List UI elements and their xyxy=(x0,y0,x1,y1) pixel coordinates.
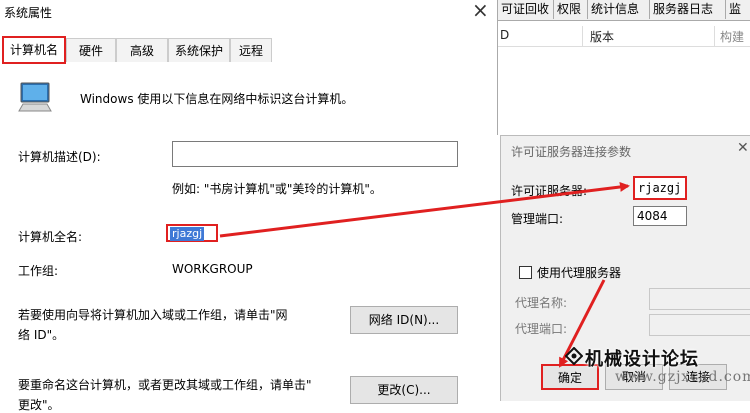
network-id-button[interactable]: 网络 ID(N)... xyxy=(350,306,458,334)
proxy-name-label: 代理名称: xyxy=(515,296,568,310)
tab-remote[interactable]: 远程 xyxy=(230,38,272,62)
use-proxy-checkbox[interactable] xyxy=(519,266,532,279)
forum-logo-icon xyxy=(565,347,583,365)
admin-port-value: 4084 xyxy=(637,209,668,223)
watermark-text: 机械设计论坛 xyxy=(585,349,699,370)
full-name-label: 计算机全名: xyxy=(18,230,83,244)
license-server-value: rjazgj xyxy=(638,181,682,195)
close-icon[interactable]: ✕ xyxy=(737,140,749,156)
tab-advanced[interactable]: 高级 xyxy=(116,38,168,62)
menu-license-recovery[interactable]: 可证回收 xyxy=(498,0,554,19)
menu-bar: 可证回收 权限 统计信息 服务器日志 监 xyxy=(498,0,750,21)
license-server-input[interactable]: rjazgj xyxy=(633,176,687,200)
rename-instruction-line1: 要重命名这台计算机，或者更改其域或工作组，请单击" xyxy=(18,378,312,392)
license-server-label: 许可证服务器: xyxy=(511,184,588,198)
column-version[interactable]: 版本 xyxy=(590,28,614,45)
full-name-highlight: rjazgj xyxy=(166,224,218,242)
menu-server-log[interactable]: 服务器日志 xyxy=(650,0,726,19)
menu-monitor[interactable]: 监 xyxy=(726,0,750,19)
admin-port-input[interactable]: 4084 xyxy=(633,206,687,226)
tab-hardware[interactable]: 硬件 xyxy=(66,38,116,62)
proxy-port-input[interactable] xyxy=(649,314,750,336)
menu-statistics[interactable]: 统计信息 xyxy=(588,0,650,19)
use-proxy-label: 使用代理服务器 xyxy=(537,266,622,280)
description-text: Windows 使用以下信息在网络中标识这台计算机。 xyxy=(80,92,354,106)
system-properties-window: 系统属性 × 计算机名 硬件 高级 系统保护 远程 Windows 使用以下信息… xyxy=(0,0,500,412)
list-header: D 版本 构建 xyxy=(498,26,750,47)
column-divider xyxy=(714,26,715,46)
computer-icon xyxy=(18,82,52,112)
computer-description-label: 计算机描述(D): xyxy=(18,150,101,164)
tab-computer-name[interactable]: 计算机名 xyxy=(2,36,66,64)
watermark-url: www.gzjxcad.com xyxy=(615,369,750,385)
column-build[interactable]: 构建 xyxy=(720,28,744,45)
column-divider xyxy=(582,26,583,46)
proxy-port-label: 代理端口: xyxy=(515,322,568,336)
menu-permissions[interactable]: 权限 xyxy=(554,0,588,19)
proxy-name-input[interactable] xyxy=(649,288,750,310)
admin-port-label: 管理端口: xyxy=(511,212,564,226)
rename-instruction-line2: 更改"。 xyxy=(18,398,60,412)
tab-bar: 计算机名 硬件 高级 系统保护 远程 xyxy=(0,36,498,65)
computer-description-input[interactable] xyxy=(172,141,458,167)
close-icon[interactable]: × xyxy=(472,0,489,22)
workgroup-label: 工作组: xyxy=(18,264,59,278)
computer-name-panel: Windows 使用以下信息在网络中标识这台计算机。 计算机描述(D): 例如:… xyxy=(0,64,498,412)
network-id-instruction-line2: 络 ID"。 xyxy=(18,328,65,342)
dialog-title: 许可证服务器连接参数 xyxy=(511,145,632,159)
column-id[interactable]: D xyxy=(500,28,509,42)
network-id-instruction-line1: 若要使用向导将计算机加入域或工作组，请单击"网 xyxy=(18,308,288,322)
full-name-value[interactable]: rjazgj xyxy=(170,227,205,241)
window-title: 系统属性 xyxy=(4,6,53,20)
description-example: 例如: "书房计算机"或"美玲的计算机"。 xyxy=(172,182,382,196)
workgroup-value: WORKGROUP xyxy=(172,262,253,276)
license-manager-window: 可证回收 权限 统计信息 服务器日志 监 D 版本 构建 xyxy=(497,0,750,135)
tab-system-protection[interactable]: 系统保护 xyxy=(168,38,230,62)
